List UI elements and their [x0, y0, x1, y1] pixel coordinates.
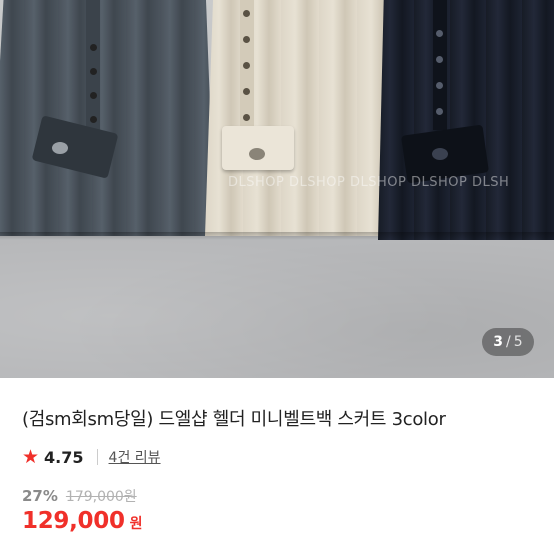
button-dot: [436, 56, 443, 63]
rating-divider: [96, 449, 98, 465]
floor-background: [0, 222, 554, 378]
watermark-text: DLSHOP DLSHOP DLSHOP DLSHOP DLSH: [228, 175, 510, 190]
counter-separator: /: [506, 334, 511, 350]
navy-bag-snap: [432, 148, 448, 160]
product-title: (검sm회sm당일) 드엘샵 헬더 미니벨트백 스커트 3color: [22, 409, 446, 430]
currency-unit: 원: [129, 516, 143, 532]
gray-skirt-image: [0, 0, 215, 236]
price-row: 129,000 원: [22, 508, 143, 534]
hem-shadow: [0, 232, 554, 240]
counter-total: 5: [513, 334, 523, 350]
beige-bag-snap: [249, 148, 265, 160]
button-dot: [90, 92, 97, 99]
product-image-carousel[interactable]: DLSHOP DLSHOP DLSHOP DLSHOP DLSH 3 / 5: [0, 0, 554, 378]
button-dot: [90, 116, 97, 123]
button-dot: [243, 114, 250, 121]
discount-row: 27% 179,000원: [22, 486, 137, 506]
reviews-link[interactable]: 4건 리뷰: [109, 447, 161, 467]
beige-skirt-image: [205, 0, 405, 236]
original-price: 179,000원: [65, 489, 137, 505]
navy-skirt-image: [378, 0, 554, 240]
button-dot: [243, 88, 250, 95]
gray-placket: [86, 0, 100, 130]
button-dot: [436, 82, 443, 89]
button-dot: [90, 44, 97, 51]
counter-current: 3: [493, 334, 504, 350]
rating-row: ★ 4.75 4건 리뷰: [22, 446, 161, 468]
star-icon: ★: [22, 445, 40, 468]
image-counter: 3 / 5: [482, 328, 534, 356]
button-dot: [243, 62, 250, 69]
sale-price: 129,000: [22, 508, 125, 534]
button-dot: [243, 10, 250, 17]
button-dot: [436, 108, 443, 115]
discount-rate: 27%: [22, 487, 58, 505]
gray-bag-snap: [52, 142, 68, 154]
button-dot: [436, 30, 443, 37]
button-dot: [243, 36, 250, 43]
button-dot: [90, 68, 97, 75]
rating-score: 4.75: [44, 447, 84, 467]
